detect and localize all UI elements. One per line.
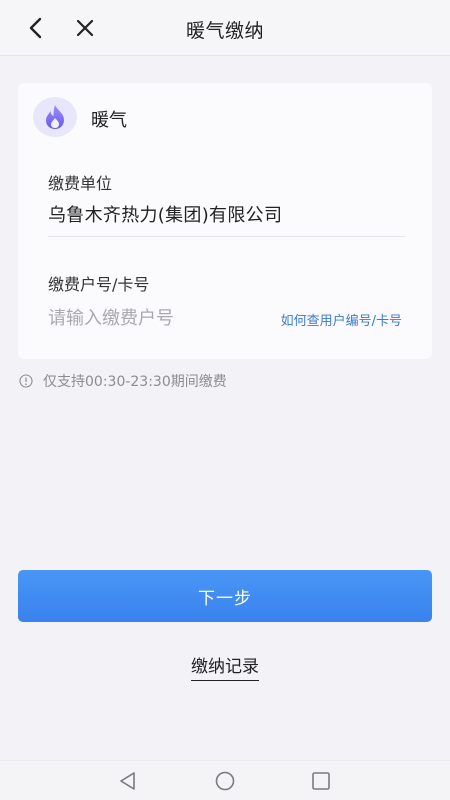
square-recent-icon[interactable] [310,770,332,792]
service-name: 暖气 [91,110,127,131]
app-screen: 暖气缴纳 暖气 缴费单位 乌鲁木齐热力(集团)有限公司 缴费户号/卡号 如何查用… [0,0,450,800]
account-help-link[interactable]: 如何查用户编号/卡号 [281,310,402,329]
service-icon-badge [33,97,77,137]
notice-text: 仅支持00:30-23:30期间缴费 [43,374,227,390]
unit-value: 乌鲁木齐热力(集团)有限公司 [48,205,283,226]
account-label: 缴费户号/卡号 [48,275,150,294]
unit-label: 缴费单位 [48,174,113,193]
header-bar: 暖气缴纳 [0,0,450,56]
circle-home-icon[interactable] [214,770,236,792]
triangle-back-icon[interactable] [117,770,139,792]
payment-form-card: 暖气 缴费单位 乌鲁木齐热力(集团)有限公司 缴费户号/卡号 如何查用户编号/卡… [18,83,432,359]
account-number-input[interactable] [48,303,258,333]
next-step-button[interactable]: 下一步 [18,570,432,622]
payment-records-label: 缴纳记录 [191,657,259,681]
payment-records-link[interactable]: 缴纳记录 [0,652,450,681]
page-title: 暖气缴纳 [185,20,264,42]
info-circle-icon [19,374,33,388]
divider [48,236,405,237]
flame-icon [46,105,64,129]
payment-time-notice: 仅支持00:30-23:30期间缴费 [19,371,227,391]
system-nav-bar [0,760,450,800]
